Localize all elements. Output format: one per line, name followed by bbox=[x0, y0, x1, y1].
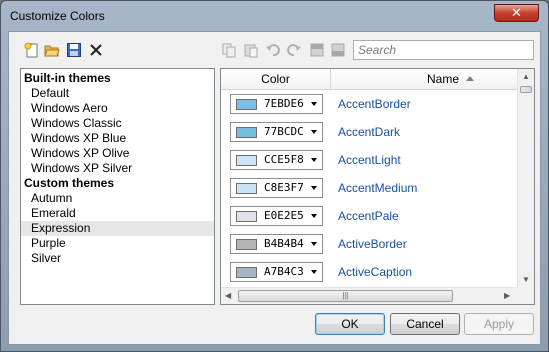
theme-item-windows-classic[interactable]: Windows Classic bbox=[21, 116, 214, 131]
table-row[interactable]: C8E3F7 AccentMedium bbox=[221, 174, 517, 202]
dropdown-arrow-icon[interactable] bbox=[311, 186, 317, 190]
apply-button[interactable]: Apply bbox=[464, 313, 534, 335]
dropdown-arrow-icon[interactable] bbox=[311, 242, 317, 246]
color-hex-value: E0E2E5 bbox=[264, 209, 304, 222]
color-hex-value: B4B4B4 bbox=[264, 237, 304, 250]
color-swatch bbox=[236, 127, 257, 138]
color-name: AccentMedium bbox=[338, 181, 418, 195]
copy-icon[interactable] bbox=[220, 41, 238, 59]
ok-button[interactable]: OK bbox=[315, 313, 385, 335]
color-hex-value: 77BCDC bbox=[264, 125, 304, 138]
color-name: AccentPale bbox=[338, 209, 399, 223]
customize-colors-dialog: Customize Colors ✕ Search Built-in theme… bbox=[0, 0, 549, 352]
color-picker-button[interactable]: A7B4C3 bbox=[230, 262, 323, 282]
color-name: AccentBorder bbox=[338, 97, 411, 111]
dialog-body: Search Built-in themes Default Windows A… bbox=[8, 31, 541, 345]
theme-item-windows-xp-olive[interactable]: Windows XP Olive bbox=[21, 146, 214, 161]
theme-item-windows-aero[interactable]: Windows Aero bbox=[21, 101, 214, 116]
scroll-down-icon[interactable]: ▼ bbox=[522, 275, 530, 284]
open-folder-icon[interactable] bbox=[43, 41, 61, 59]
move-up-icon[interactable] bbox=[308, 41, 326, 59]
theme-item-silver[interactable]: Silver bbox=[21, 251, 214, 266]
theme-item-default[interactable]: Default bbox=[21, 86, 214, 101]
table-row[interactable]: A7B4C3 ActiveCaption bbox=[221, 258, 517, 286]
dropdown-arrow-icon[interactable] bbox=[311, 214, 317, 218]
color-picker-button[interactable]: B4B4B4 bbox=[230, 234, 323, 254]
scrollbar-corner bbox=[517, 287, 534, 304]
color-hex-value: CCE5F8 bbox=[264, 153, 304, 166]
dropdown-arrow-icon[interactable] bbox=[311, 130, 317, 134]
color-picker-button[interactable]: E0E2E5 bbox=[230, 206, 323, 226]
vertical-scrollbar[interactable]: ▲ ▼ bbox=[517, 69, 534, 287]
window-title: Customize Colors bbox=[10, 9, 105, 23]
column-header-name[interactable]: Name bbox=[332, 69, 517, 89]
save-icon[interactable] bbox=[65, 41, 83, 59]
redo-icon[interactable] bbox=[285, 41, 303, 59]
sort-ascending-icon bbox=[466, 76, 474, 81]
theme-item-windows-xp-blue[interactable]: Windows XP Blue bbox=[21, 131, 214, 146]
delete-icon[interactable] bbox=[87, 41, 105, 59]
move-down-icon[interactable] bbox=[329, 41, 347, 59]
horizontal-scroll-thumb[interactable]: ||| bbox=[238, 290, 453, 302]
horizontal-scrollbar[interactable]: ◀ ||| ▶ bbox=[221, 287, 517, 304]
theme-item-autumn[interactable]: Autumn bbox=[21, 191, 214, 206]
vertical-scroll-thumb[interactable] bbox=[520, 86, 532, 93]
color-name: AccentDark bbox=[338, 125, 401, 139]
color-hex-value: C8E3F7 bbox=[264, 181, 304, 194]
color-grid: Color Name 7EBDE6 AccentBorder 77BCDC Accen… bbox=[220, 68, 535, 305]
search-input[interactable]: Search bbox=[353, 40, 534, 60]
scroll-up-icon[interactable]: ▲ bbox=[522, 72, 530, 81]
table-row[interactable]: B4B4B4 ActiveBorder bbox=[221, 230, 517, 258]
table-row[interactable]: 7EBDE6 AccentBorder bbox=[221, 90, 517, 118]
cancel-button[interactable]: Cancel bbox=[390, 313, 460, 335]
color-name: AccentLight bbox=[338, 153, 401, 167]
title-bar[interactable]: Customize Colors ✕ bbox=[1, 1, 548, 31]
theme-list[interactable]: Built-in themes Default Windows Aero Win… bbox=[20, 68, 215, 305]
table-row[interactable]: CCE5F8 AccentLight bbox=[221, 146, 517, 174]
column-header-name-label: Name bbox=[427, 72, 460, 86]
color-picker-button[interactable]: CCE5F8 bbox=[230, 150, 323, 170]
builtin-themes-header: Built-in themes bbox=[24, 71, 111, 85]
custom-themes-header: Custom themes bbox=[24, 176, 115, 190]
theme-item-emerald[interactable]: Emerald bbox=[21, 206, 214, 221]
color-swatch bbox=[236, 99, 257, 110]
column-header-color[interactable]: Color bbox=[221, 69, 331, 89]
dropdown-arrow-icon[interactable] bbox=[311, 102, 317, 106]
color-swatch bbox=[236, 267, 257, 278]
theme-item-purple[interactable]: Purple bbox=[21, 236, 214, 251]
close-button[interactable]: ✕ bbox=[494, 4, 539, 22]
color-name: ActiveCaption bbox=[338, 265, 413, 279]
color-swatch bbox=[236, 183, 257, 194]
color-hex-value: A7B4C3 bbox=[264, 265, 304, 278]
dropdown-arrow-icon[interactable] bbox=[311, 270, 317, 274]
theme-item-windows-xp-silver[interactable]: Windows XP Silver bbox=[21, 161, 214, 176]
scroll-left-icon[interactable]: ◀ bbox=[225, 291, 231, 300]
scroll-right-icon[interactable]: ▶ bbox=[504, 291, 510, 300]
new-theme-icon[interactable] bbox=[23, 41, 41, 59]
dropdown-arrow-icon[interactable] bbox=[311, 158, 317, 162]
undo-icon[interactable] bbox=[264, 41, 282, 59]
color-name: ActiveBorder bbox=[338, 237, 407, 251]
color-picker-button[interactable]: 77BCDC bbox=[230, 122, 323, 142]
table-row[interactable]: 77BCDC AccentDark bbox=[221, 118, 517, 146]
paste-icon[interactable] bbox=[242, 41, 260, 59]
table-row[interactable]: E0E2E5 AccentPale bbox=[221, 202, 517, 230]
color-hex-value: 7EBDE6 bbox=[264, 97, 304, 110]
grid-header: Color Name bbox=[221, 69, 517, 90]
color-swatch bbox=[236, 211, 257, 222]
color-picker-button[interactable]: 7EBDE6 bbox=[230, 94, 323, 114]
theme-item-expression[interactable]: Expression bbox=[21, 221, 214, 236]
color-picker-button[interactable]: C8E3F7 bbox=[230, 178, 323, 198]
color-swatch bbox=[236, 155, 257, 166]
color-swatch bbox=[236, 239, 257, 250]
